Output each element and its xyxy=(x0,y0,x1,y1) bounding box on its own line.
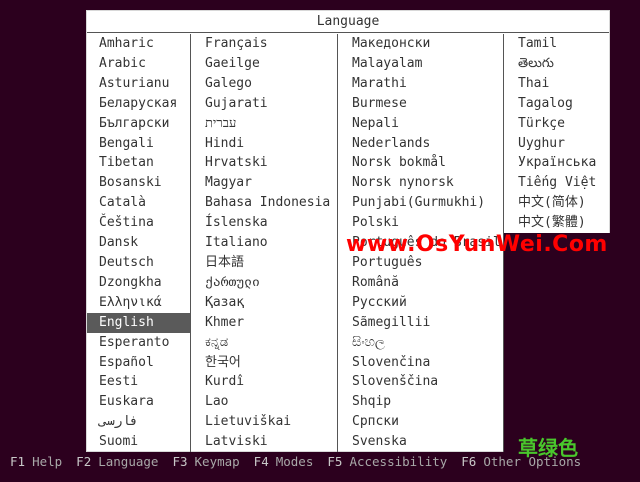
language-option[interactable]: Malayalam xyxy=(338,54,503,74)
language-option[interactable]: Kurdî xyxy=(191,372,337,392)
language-option[interactable]: Tamil xyxy=(504,34,610,54)
language-option[interactable]: English xyxy=(87,312,190,333)
fkey-code: F1 xyxy=(10,454,26,469)
language-option[interactable]: Lao xyxy=(191,392,337,412)
language-option[interactable]: Nepali xyxy=(338,114,503,134)
language-option[interactable]: Arabic xyxy=(87,54,190,74)
language-option[interactable]: Khmer xyxy=(191,313,337,333)
language-option[interactable]: Suomi xyxy=(87,432,190,452)
fkey-label: Language xyxy=(98,454,159,469)
language-option[interactable]: Dansk xyxy=(87,233,190,253)
fkey-f2[interactable]: F2 Language xyxy=(76,454,158,469)
language-option[interactable]: Italiano xyxy=(191,233,337,253)
language-option[interactable]: Gujarati xyxy=(191,94,337,114)
language-option[interactable]: Slovenščina xyxy=(338,372,503,392)
fkey-label: Keymap xyxy=(194,454,240,469)
language-option[interactable]: Slovenčina xyxy=(338,353,503,373)
language-option[interactable]: Català xyxy=(87,193,190,213)
language-option[interactable]: Amharic xyxy=(87,34,190,54)
language-option[interactable]: Íslenska xyxy=(191,213,337,233)
language-column-1: Amharic Arabic Asturianu Беларуская Българск… xyxy=(87,34,191,453)
fkey-f1[interactable]: F1 Help xyxy=(10,454,62,469)
fkey-label: Modes xyxy=(275,454,314,469)
language-option[interactable]: Bosanski xyxy=(87,173,190,193)
language-option[interactable]: 한국어 xyxy=(191,353,337,373)
language-option[interactable]: Bahasa Indonesia xyxy=(191,193,337,213)
language-option[interactable]: Magyar xyxy=(191,173,337,193)
language-option[interactable]: Русский xyxy=(338,293,503,313)
language-option[interactable]: Thai xyxy=(504,74,610,94)
fkey-code: F4 xyxy=(253,454,269,469)
language-option[interactable]: ქართული xyxy=(191,273,337,293)
language-option[interactable]: Uyghur xyxy=(504,134,610,154)
language-option[interactable]: Български xyxy=(87,114,190,134)
language-option[interactable]: Esperanto xyxy=(87,333,190,353)
language-option[interactable]: Македонски xyxy=(338,34,503,54)
language-option[interactable]: Norsk nynorsk xyxy=(338,173,503,193)
language-option[interactable]: Shqip xyxy=(338,392,503,412)
language-option[interactable]: 中文(简体) xyxy=(504,193,610,213)
language-option[interactable]: Gaeilge xyxy=(191,54,337,74)
fkey-code: F3 xyxy=(172,454,188,469)
language-option[interactable]: Latviski xyxy=(191,432,337,452)
language-option[interactable]: Euskara xyxy=(87,392,190,412)
language-option[interactable]: Беларуская xyxy=(87,94,190,114)
language-option[interactable]: Deutsch xyxy=(87,253,190,273)
language-option[interactable]: Dzongkha xyxy=(87,273,190,293)
language-option[interactable]: Español xyxy=(87,353,190,373)
fkey-f5[interactable]: F5 Accessibility xyxy=(327,454,447,469)
language-column-4: Tamil తెలుగు Thai Tagalog Türkçe Uyghur Україн… xyxy=(504,34,610,233)
watermark-corner: 草绿色 xyxy=(518,436,578,460)
fkey-code: F6 xyxy=(461,454,477,469)
language-option[interactable]: Marathi xyxy=(338,74,503,94)
language-option[interactable]: Norsk bokmål xyxy=(338,153,503,173)
language-option[interactable]: فارسی xyxy=(87,412,190,432)
language-option[interactable]: Română xyxy=(338,273,503,293)
fkey-f3[interactable]: F3 Keymap xyxy=(172,454,239,469)
language-option[interactable]: Hrvatski xyxy=(191,153,337,173)
language-option[interactable]: Tiếng Việt xyxy=(504,173,610,193)
language-option[interactable]: Српски xyxy=(338,412,503,432)
language-option[interactable]: Українська xyxy=(504,153,610,173)
fkey-f4[interactable]: F4 Modes xyxy=(254,454,314,469)
language-option[interactable]: Türkçe xyxy=(504,114,610,134)
language-option[interactable]: සිංහල xyxy=(338,333,503,353)
language-option[interactable]: Svenska xyxy=(338,432,503,452)
language-option[interactable]: 中文(繁體) xyxy=(504,213,610,233)
language-option[interactable]: 日本語 xyxy=(191,253,337,273)
language-option[interactable]: తెలుగు xyxy=(504,54,610,74)
language-option[interactable]: Tagalog xyxy=(504,94,610,114)
language-option[interactable]: Қазақ xyxy=(191,293,337,313)
screen-background-area xyxy=(504,233,610,452)
language-column-2: Français Gaeilge Galego Gujarati עברית Hindi H… xyxy=(191,34,338,453)
language-option[interactable]: Hindi xyxy=(191,134,337,154)
language-option[interactable]: Bengali xyxy=(87,134,190,154)
function-key-bar: F1 Help F2 Language F3 Keymap F4 Modes F5 Accessi… xyxy=(10,452,595,472)
language-option[interactable]: Čeština xyxy=(87,213,190,233)
language-option[interactable]: Eesti xyxy=(87,372,190,392)
language-option[interactable]: Burmese xyxy=(338,94,503,114)
language-option[interactable]: Lietuviškai xyxy=(191,412,337,432)
watermark-url: www.OsYunWei.Com xyxy=(346,232,608,257)
fkey-code: F2 xyxy=(76,454,92,469)
fkey-code: F5 xyxy=(327,454,343,469)
fkey-label: Accessibility xyxy=(349,454,448,469)
language-option[interactable]: Français xyxy=(191,34,337,54)
language-option[interactable]: Polski xyxy=(338,213,503,233)
language-option[interactable]: Ελληνικά xyxy=(87,293,190,313)
language-option[interactable]: ಕನ್ನಡ xyxy=(191,333,337,353)
fkey-label: Help xyxy=(32,454,63,469)
dialog-title: Language xyxy=(87,11,609,33)
language-option[interactable]: Nederlands xyxy=(338,134,503,154)
language-option[interactable]: Sãmegillii xyxy=(338,313,503,333)
language-option[interactable]: Tibetan xyxy=(87,153,190,173)
language-option[interactable]: Asturianu xyxy=(87,74,190,94)
language-option[interactable]: Galego xyxy=(191,74,337,94)
language-option[interactable]: Punjabi(Gurmukhi) xyxy=(338,193,503,213)
language-option[interactable]: עברית xyxy=(191,114,337,134)
